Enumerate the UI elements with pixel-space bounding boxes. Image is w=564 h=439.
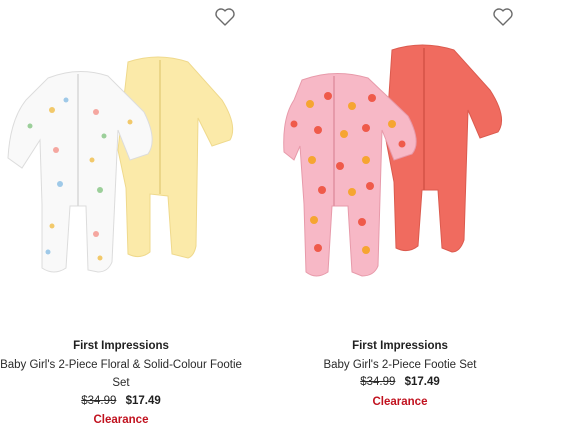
heart-outline-icon[interactable] [214,7,236,27]
product-card[interactable]: First Impressions Baby Girl's 2-Piece Fl… [0,0,282,439]
sale-price: $17.49 [125,395,161,407]
product-title[interactable]: Baby Girl's 2-Piece Footie Set [302,356,498,374]
original-price: $34.99 [81,395,117,407]
product-card[interactable]: First Impressions Baby Girl's 2-Piece Fo… [282,0,564,439]
clearance-badge: Clearance [372,396,428,408]
product-brand[interactable]: First Impressions [282,340,518,352]
product-prices: $34.99 $17.49 [0,395,242,407]
original-price: $34.99 [360,376,396,388]
product-brand[interactable]: First Impressions [0,340,242,352]
sale-price: $17.49 [404,376,440,388]
product-title[interactable]: Baby Girl's 2-Piece Floral & Solid-Colou… [0,356,252,392]
product-image[interactable] [282,0,564,300]
product-image[interactable] [0,0,282,300]
heart-outline-icon[interactable] [492,7,514,27]
product-prices: $34.99 $17.49 [282,376,518,388]
clearance-badge: Clearance [93,414,149,426]
